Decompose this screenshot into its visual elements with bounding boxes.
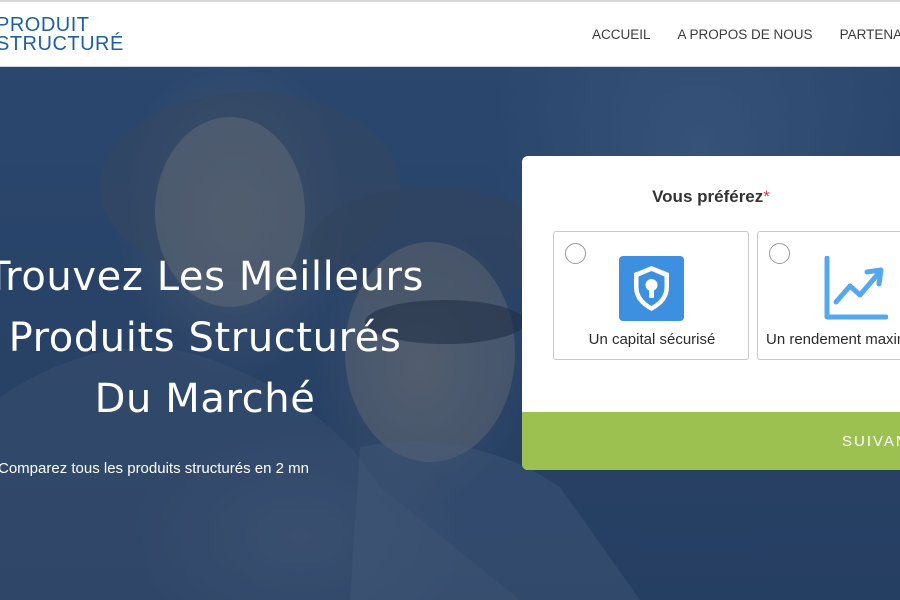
next-button[interactable]: SUIVANT [522,412,900,470]
nav-item-a-propos[interactable]: A PROPOS DE NOUS [678,27,813,42]
headline-line-1: Trouvez Les Meilleurs [0,254,424,300]
main-nav: ACCUEIL A PROPOS DE NOUS PARTENAIRES [592,27,900,42]
shield-lock-icon [619,256,684,321]
hero-headline: Trouvez Les Meilleurs Produits Structuré… [0,247,470,430]
option-label: Un rendement maximal [766,331,900,348]
hero-subline: Comparez tous les produits structurés en… [0,460,309,477]
preference-form-card: Vous préférez* Un capital sécurisé Un re… [522,156,900,470]
required-marker: * [763,187,770,206]
radio-button[interactable] [565,243,586,264]
form-question: Vous préférez* [522,187,900,207]
nav-item-partenaires[interactable]: PARTENAIRES [840,27,900,42]
headline-line-3: Du Marché [94,376,316,422]
radio-button[interactable] [769,243,790,264]
option-rendement-maximal[interactable]: Un rendement maximal [757,231,900,360]
option-capital-securise[interactable]: Un capital sécurisé [553,231,749,360]
option-label: Un capital sécurisé [588,331,716,348]
logo-line-2: STRUCTURÉ [0,33,124,55]
site-header: PRODUIT STRUCTURÉ ACCUEIL A PROPOS DE NO… [0,0,900,67]
headline-line-2: Produits Structurés [8,315,402,361]
nav-item-accueil[interactable]: ACCUEIL [592,27,651,42]
site-logo[interactable]: PRODUIT STRUCTURÉ [0,15,124,55]
question-text: Vous préférez [652,187,764,206]
growth-chart-icon [824,256,888,320]
